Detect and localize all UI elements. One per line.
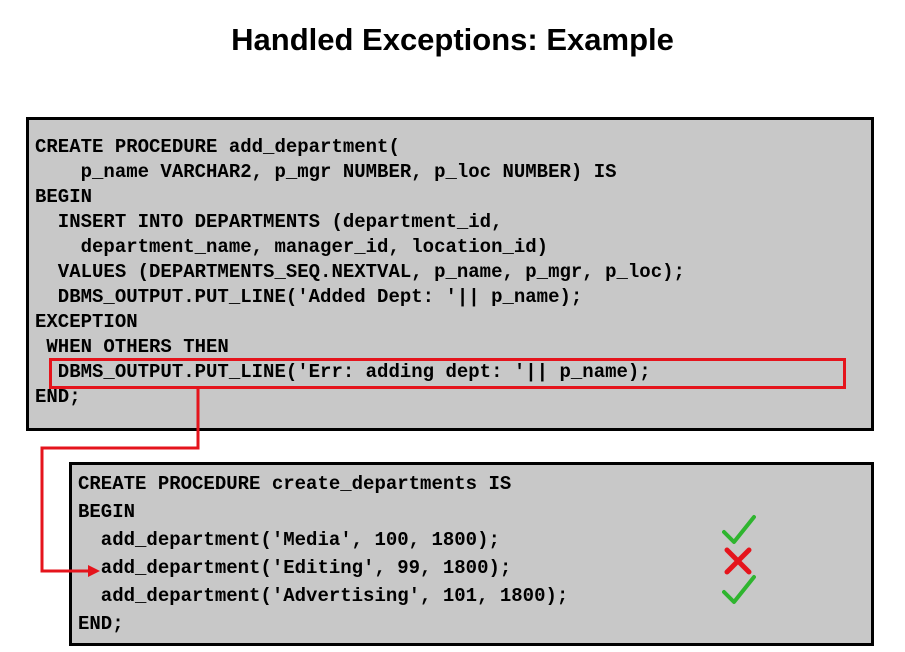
code-line: department_name, manager_id, location_id… <box>35 236 549 258</box>
code-line: END; <box>78 613 124 635</box>
code-line: INSERT INTO DEPARTMENTS (department_id, <box>35 211 503 233</box>
code-line: BEGIN <box>35 186 93 208</box>
code-line: CREATE PROCEDURE create_departments IS <box>78 473 512 495</box>
code-line: add_department('Editing', 99, 1800); <box>78 557 512 579</box>
code-line: END; <box>35 386 81 408</box>
code-line: add_department('Advertising', 101, 1800)… <box>78 585 569 607</box>
exception-handler-highlight <box>49 358 846 389</box>
code-line: VALUES (DEPARTMENTS_SEQ.NEXTVAL, p_name,… <box>35 261 685 283</box>
code-line: DBMS_OUTPUT.PUT_LINE('Added Dept: '|| p_… <box>35 286 583 308</box>
code-line: add_department('Media', 100, 1800); <box>78 529 500 551</box>
cross-icon <box>724 547 752 575</box>
slide-title: Handled Exceptions: Example <box>231 22 674 57</box>
checkmark-icon <box>722 575 756 604</box>
code-line: WHEN OTHERS THEN <box>35 336 229 358</box>
code-line: EXCEPTION <box>35 311 138 333</box>
code-line: p_name VARCHAR2, p_mgr NUMBER, p_loc NUM… <box>35 161 617 183</box>
checkmark-icon <box>722 515 756 544</box>
code-line: CREATE PROCEDURE add_department( <box>35 136 400 158</box>
code-line: BEGIN <box>78 501 136 523</box>
